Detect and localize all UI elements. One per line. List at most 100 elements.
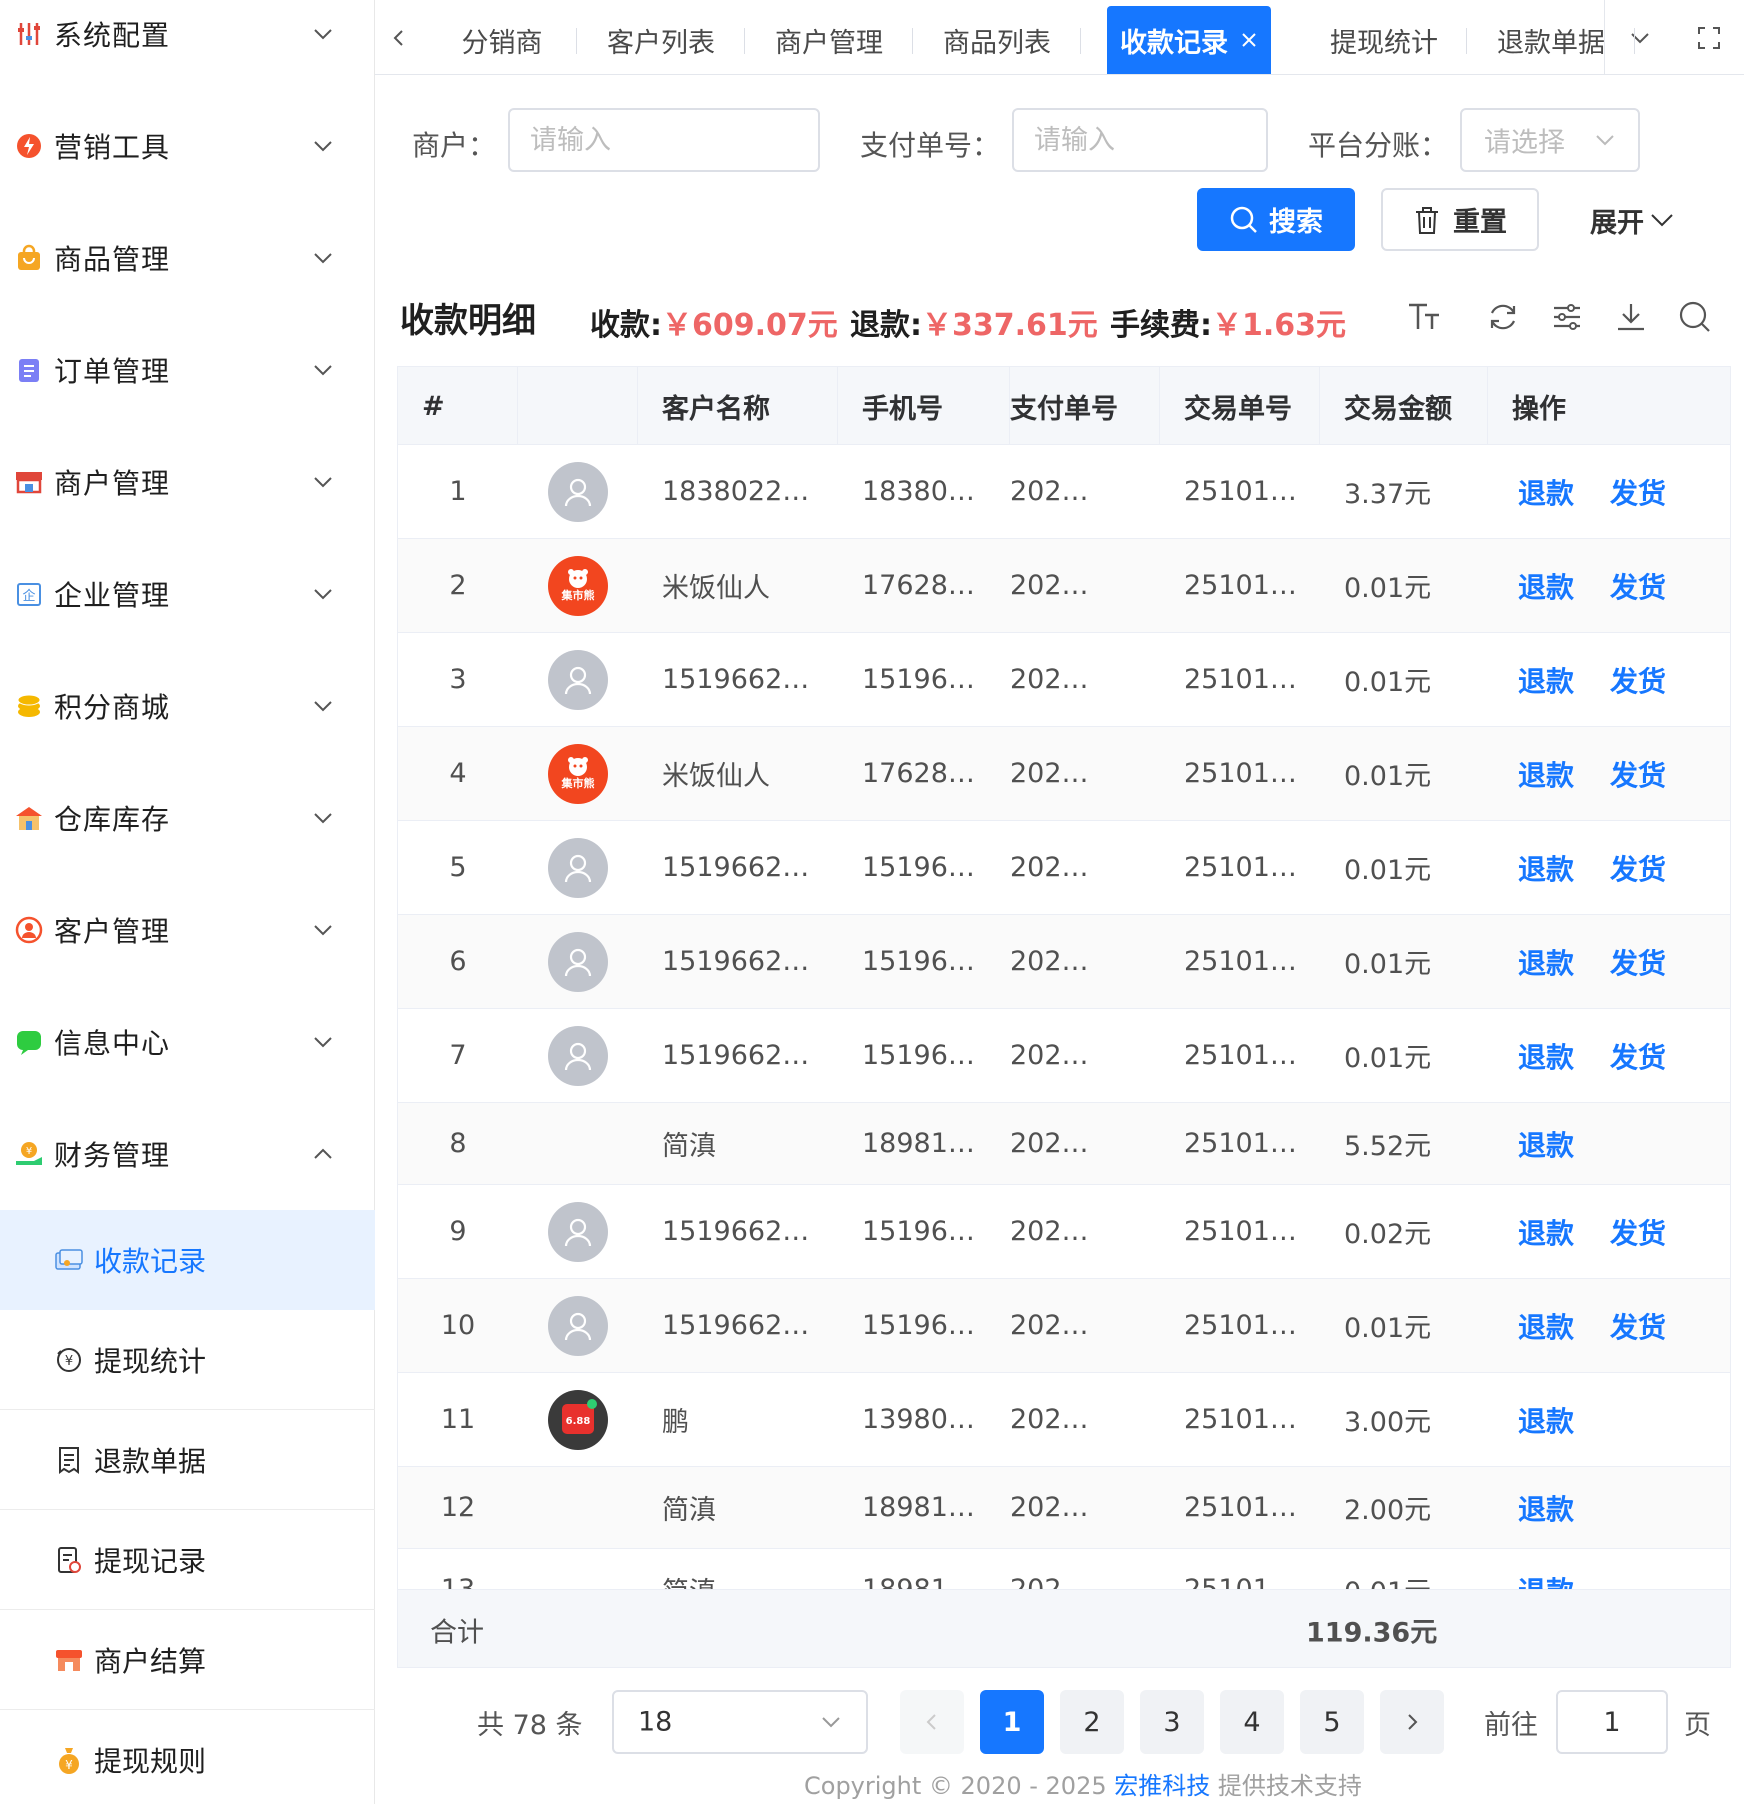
cell-avatar	[518, 1279, 638, 1372]
split-select[interactable]: 请选择	[1460, 108, 1640, 172]
sidebar-group-9[interactable]: 信息中心	[0, 986, 375, 1098]
download-button[interactable]	[1612, 298, 1650, 336]
refund-link[interactable]: 退款	[1518, 1036, 1574, 1076]
tab-6[interactable]: 退款单据	[1467, 6, 1635, 74]
tab-0[interactable]: 分销商	[427, 6, 577, 74]
cell-amount: 0.01元	[1344, 1313, 1432, 1344]
column-header-5[interactable]: 交易单号	[1160, 367, 1320, 445]
sidebar-group-label: 信息中心	[54, 1027, 171, 1060]
column-header-6[interactable]: 交易金额	[1320, 367, 1488, 445]
refund-link[interactable]: 退款	[1518, 754, 1574, 794]
column-header-2[interactable]: 客户名称	[638, 367, 838, 445]
copyright-brand-link[interactable]: 宏推科技	[1114, 1772, 1210, 1800]
expand-button[interactable]: 展开	[1590, 198, 1676, 242]
cell-name: 1838022…	[662, 476, 810, 507]
sidebar-group-10[interactable]: ¥ 财务管理	[0, 1098, 375, 1210]
cell-trade-no: 25101…	[1184, 1492, 1297, 1523]
sidebar-group-4[interactable]: 商户管理	[0, 426, 375, 538]
copyright: Copyright © 2020 - 2025 宏推科技 提供技术支持	[804, 1766, 1362, 1801]
ship-link[interactable]: 发货	[1610, 848, 1666, 888]
table-row: 6 1519662… 15196… 202… 25101… 0.01元 退款 发货	[398, 915, 1730, 1009]
pay-no-input[interactable]	[1012, 108, 1268, 172]
tab-2[interactable]: 商户管理	[745, 6, 913, 74]
ship-link[interactable]: 发货	[1610, 660, 1666, 700]
tab-5[interactable]: 提现统计	[1301, 6, 1467, 74]
column-settings-button[interactable]	[1548, 298, 1586, 336]
payment-card-icon	[54, 1245, 84, 1275]
sliders-icon	[14, 19, 44, 49]
sidebar-group-7[interactable]: 仓库库存	[0, 762, 375, 874]
table-row: 11 6.88 鹏 13980… 202… 25101… 3.00元 退款	[398, 1373, 1730, 1467]
chat-bubble-icon	[14, 1027, 44, 1057]
ship-link[interactable]: 发货	[1610, 1036, 1666, 1076]
refund-link[interactable]: 退款	[1518, 942, 1574, 982]
merchant-input[interactable]	[508, 108, 820, 172]
page-button-1[interactable]: 1	[980, 1690, 1044, 1754]
clipboard-icon	[14, 355, 44, 385]
column-header-4[interactable]: 支付单号	[1010, 367, 1160, 445]
sidebar-group-0[interactable]: 系统配置	[0, 0, 375, 90]
page-button-3[interactable]: 3	[1140, 1690, 1204, 1754]
refund-link[interactable]: 退款	[1518, 566, 1574, 606]
next-page-button[interactable]	[1380, 1690, 1444, 1754]
sidebar-group-8[interactable]: 客户管理	[0, 874, 375, 986]
refund-link[interactable]: 退款	[1518, 1400, 1574, 1440]
sidebar-subitem-1[interactable]: ¥ 提现统计	[0, 1310, 375, 1410]
refund-link[interactable]: 退款	[1518, 472, 1574, 512]
table-search-button[interactable]	[1676, 298, 1714, 336]
refund-link[interactable]: 退款	[1518, 1212, 1574, 1252]
sidebar-group-6[interactable]: 积分商城	[0, 650, 375, 762]
sidebar-group-5[interactable]: 企 企业管理	[0, 538, 375, 650]
refresh-button[interactable]	[1484, 298, 1522, 336]
page-button-5[interactable]: 5	[1300, 1690, 1364, 1754]
column-header-7[interactable]: 操作	[1488, 367, 1730, 445]
cell-operations: 退款 发货	[1488, 1279, 1730, 1372]
close-icon[interactable]	[1240, 31, 1258, 49]
sidebar-subitem-3[interactable]: 提现记录	[0, 1510, 375, 1610]
ship-link[interactable]: 发货	[1610, 472, 1666, 512]
tab-bar: 分销商 客户列表 商户管理 商品列表 收款记录 提现统计 退款单据	[375, 0, 1744, 75]
refund-link[interactable]: 退款	[1518, 1124, 1574, 1164]
table-row: 1 1838022… 18380… 202… 25101… 3.37元 退款 发货	[398, 445, 1730, 539]
column-header-0[interactable]: #	[398, 367, 518, 445]
ship-link[interactable]: 发货	[1610, 1306, 1666, 1346]
avatar-bear-text: 集市熊	[561, 588, 595, 602]
ship-link[interactable]: 发货	[1610, 942, 1666, 982]
page-size-select[interactable]: 18	[612, 1690, 868, 1754]
prev-page-button[interactable]	[900, 1690, 964, 1754]
avatar-red-coupon-image: 6.88	[548, 1389, 608, 1450]
cell-no: 5	[449, 852, 467, 883]
goto-page-input[interactable]	[1556, 1690, 1668, 1754]
ship-link[interactable]: 发货	[1610, 1212, 1666, 1252]
cell-avatar	[518, 1185, 638, 1278]
chevron-down-icon	[312, 919, 334, 941]
refund-link[interactable]: 退款	[1518, 1488, 1574, 1528]
sidebar-group-3[interactable]: 订单管理	[0, 314, 375, 426]
sidebar-subitem-5[interactable]: ¥ 提现规则	[0, 1710, 375, 1804]
fullscreen-button[interactable]	[1674, 0, 1744, 75]
refund-link[interactable]: 退款	[1518, 660, 1574, 700]
reset-button[interactable]: 重置	[1381, 188, 1539, 251]
cell-operations: 退款	[1488, 1103, 1730, 1184]
font-size-button[interactable]	[1406, 298, 1444, 336]
refund-link[interactable]: 退款	[1518, 848, 1574, 888]
cell-operations: 退款 发货	[1488, 539, 1730, 632]
page-button-4[interactable]: 4	[1220, 1690, 1284, 1754]
ship-link[interactable]: 发货	[1610, 754, 1666, 794]
tab-scroll-left-button[interactable]	[375, 0, 423, 75]
sidebar-subitem-2[interactable]: 退款单据	[0, 1410, 375, 1510]
search-button[interactable]: 搜索	[1197, 188, 1355, 251]
tab-3[interactable]: 商品列表	[913, 6, 1081, 74]
sidebar-group-label: 订单管理	[54, 355, 171, 388]
tab-1[interactable]: 客户列表	[577, 6, 745, 74]
sidebar-subitem-4[interactable]: 商户结算	[0, 1610, 375, 1710]
refund-link[interactable]: 退款	[1518, 1306, 1574, 1346]
ship-link[interactable]: 发货	[1610, 566, 1666, 606]
sidebar-subitem-0[interactable]: 收款记录	[0, 1210, 375, 1310]
page-button-2[interactable]: 2	[1060, 1690, 1124, 1754]
column-header-3[interactable]: 手机号	[838, 367, 1010, 445]
tab-4[interactable]: 收款记录	[1107, 6, 1271, 74]
sidebar-group-2[interactable]: 商品管理	[0, 202, 375, 314]
column-header-1[interactable]	[518, 367, 638, 445]
sidebar-group-1[interactable]: 营销工具	[0, 90, 375, 202]
